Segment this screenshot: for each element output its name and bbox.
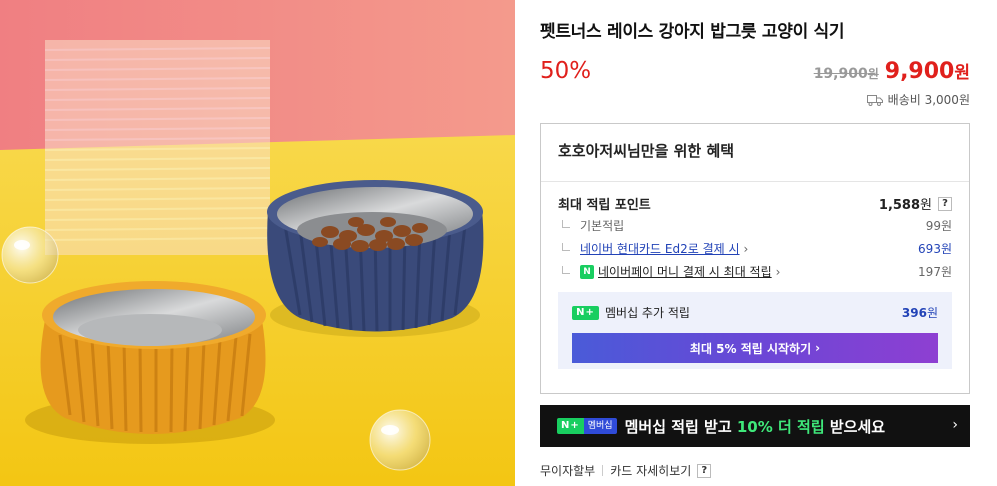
- start-membership-button[interactable]: 최대 5% 적립 시작하기 ›: [572, 333, 938, 363]
- divider: [541, 181, 969, 182]
- banner-text: 멤버십 적립 받고 10% 더 적립 받으세요: [624, 417, 886, 436]
- original-price: 19,900원: [813, 66, 879, 82]
- membership-label: 멤버십 추가 적립: [605, 306, 690, 320]
- glass-ball-right: [369, 409, 431, 471]
- max-points-value: 1,588원 ?: [879, 194, 952, 213]
- product-image: [0, 0, 515, 486]
- installment-link[interactable]: 무이자할부: [540, 462, 595, 479]
- naverpay-icon: N: [580, 264, 594, 279]
- chevron-right-icon: ›: [952, 417, 958, 433]
- shipping-fee: 배송비 3,000원: [887, 93, 970, 107]
- chevron-right-icon: ›: [775, 264, 781, 279]
- membership-row: N+ 멤버십 추가 적립 396원: [572, 304, 938, 321]
- product-info-panel: 펫트너스 레이스 강아지 밥그릇 고양이 식기 50% 19,900원 9,90…: [540, 0, 970, 486]
- tree-elbow-icon: [562, 242, 570, 251]
- glass-ball-left: [1, 226, 59, 284]
- product-title: 펫트너스 레이스 강아지 밥그릇 고양이 식기: [540, 22, 845, 42]
- tree-elbow-icon: [562, 265, 570, 274]
- sale-price: 9,900원: [884, 59, 970, 84]
- discount-rate: 50%: [540, 58, 592, 84]
- membership-banner[interactable]: N+ 멤버십 멤버십 적립 받고 10% 더 적립 받으세요 ›: [540, 405, 970, 447]
- tree-elbow-icon: [562, 219, 570, 228]
- chevron-right-icon: ›: [815, 341, 821, 355]
- orange-bowl: [25, 281, 275, 444]
- navy-bowl: [267, 180, 484, 337]
- points-row-value: 693원: [918, 242, 952, 256]
- card-benefit-link[interactable]: 네이버 현대카드 Ed2로 결제 시: [580, 240, 740, 257]
- membership-box: N+ 멤버십 추가 적립 396원 최대 5% 적립 시작하기 ›: [558, 292, 952, 369]
- naver-plus-icon: N+: [572, 305, 599, 320]
- truck-icon: [866, 94, 883, 106]
- points-row-value: 99원: [925, 219, 952, 233]
- help-icon[interactable]: ?: [938, 196, 952, 211]
- chevron-right-icon: ›: [743, 241, 749, 256]
- card-details-link[interactable]: 카드 자세히보기: [610, 462, 691, 479]
- points-row-label: 기본적립: [580, 219, 625, 233]
- shipping-info: 배송비 3,000원: [866, 91, 970, 108]
- max-points-row: 최대 적립 포인트 1,588원 ?: [558, 194, 952, 213]
- benefit-title: 호호아저씨님만을 위한 혜택: [558, 142, 735, 160]
- benefit-box: 호호아저씨님만을 위한 혜택 최대 적립 포인트 1,588원 ? 기본적립 9…: [540, 123, 970, 394]
- acrylic-panel: [44, 40, 271, 255]
- price-row: 19,900원 9,900원: [814, 58, 970, 84]
- points-row-basic: 기본적립 99원: [558, 217, 952, 234]
- points-row-card: 네이버 현대카드 Ed2로 결제 시 › 693원: [558, 240, 952, 257]
- membership-value: 396원: [901, 306, 938, 320]
- naver-plus-membership-badge: N+ 멤버십: [557, 418, 617, 434]
- points-row-value: 197원: [918, 265, 952, 279]
- payment-links: 무이자할부 카드 자세히보기 ?: [540, 462, 712, 479]
- npay-benefit-link[interactable]: 네이버페이 머니 결제 시 최대 적립: [598, 263, 772, 280]
- points-row-npay: N 네이버페이 머니 결제 시 최대 적립 › 197원: [558, 263, 952, 280]
- help-icon[interactable]: ?: [697, 463, 712, 478]
- max-points-label: 최대 적립 포인트: [558, 198, 651, 213]
- divider: [602, 465, 604, 476]
